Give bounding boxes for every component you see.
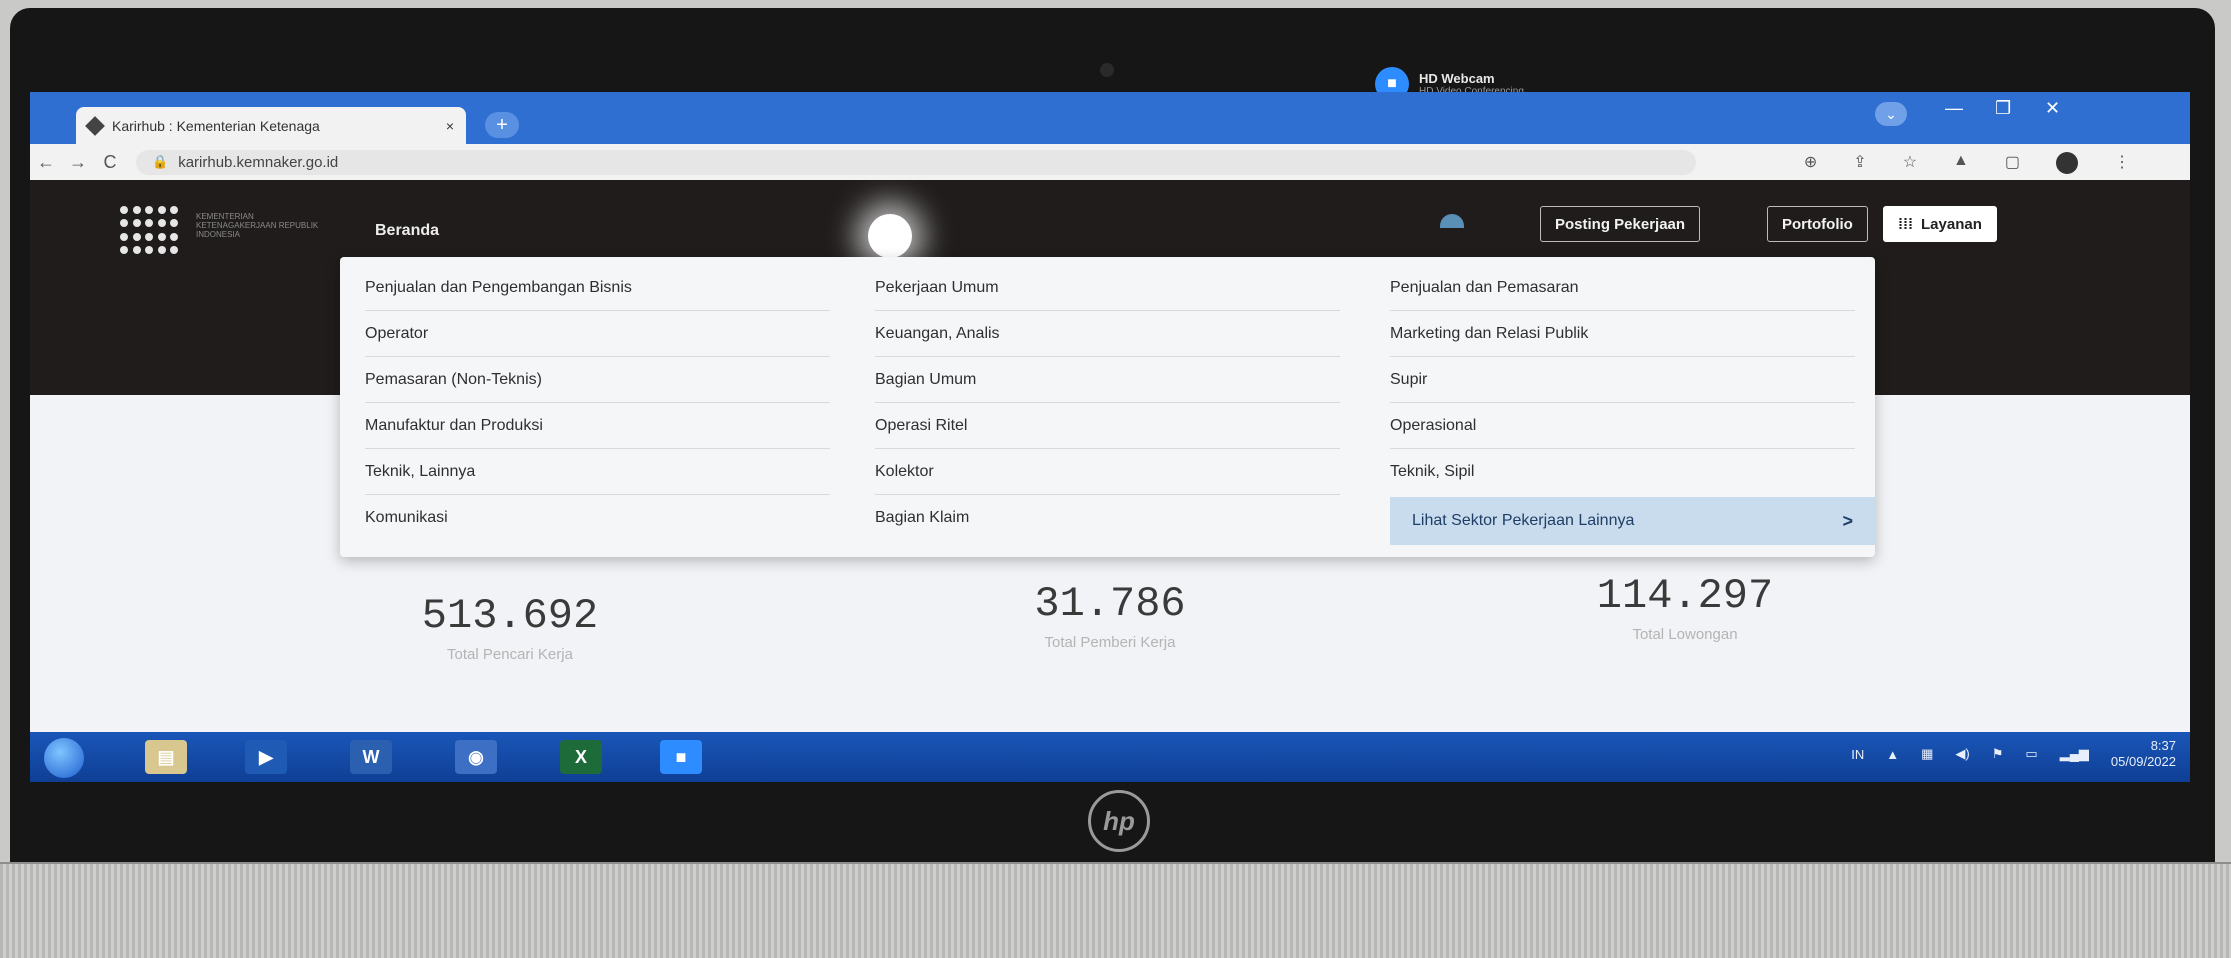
clock[interactable]: 8:37 05/09/2022 [2111,738,2176,770]
url-bar[interactable]: 🔒 karirhub.kemnaker.go.id [136,149,1696,175]
flag-icon[interactable]: ⚑ [1992,746,2004,762]
sector-column-2: Pekerjaan Umum Keuangan, Analis Bagian U… [875,265,1340,541]
sector-item[interactable]: Pekerjaan Umum [875,265,1340,311]
zoom-icon[interactable]: ■ [660,740,702,774]
posting-job-button[interactable]: Posting Pekerjaan [1540,206,1701,242]
tab-close-icon[interactable]: × [446,118,454,134]
word-icon[interactable]: W [350,740,392,774]
chevron-right-icon: > [1842,510,1853,531]
more-sectors-label: Lihat Sektor Pekerjaan Lainnya [1412,512,1635,529]
sector-item[interactable]: Bagian Klaim [875,495,1340,541]
webcam-title: HD Webcam [1419,71,1495,86]
battery-icon[interactable]: ▭ [2025,746,2037,762]
stat-value: 513.692 [421,592,599,640]
url-text: karirhub.kemnaker.go.id [178,153,339,171]
extensions-icon[interactable]: ▲ [1953,152,1969,174]
signal-icon[interactable]: ▂▄▆ [2060,746,2089,762]
more-sectors-button[interactable]: Lihat Sektor Pekerjaan Lainnya > [1390,497,1875,545]
user-icon[interactable] [1440,214,1464,228]
clock-date: 05/09/2022 [2110,754,2176,769]
excel-icon[interactable]: X [560,740,602,774]
screen: Karirhub : Kementerian Ketenaga × + ⌄ — … [30,92,2190,782]
sector-item[interactable]: Marketing dan Relasi Publik [1390,311,1855,357]
job-sector-dropdown: Penjualan dan Pengembangan Bisnis Operat… [340,257,1875,557]
windows-taskbar: ▤ ▶ W ◉ X ■ IN ▲ ▦ ◀) ⚑ ▭ ▂▄▆ 8:37 05/09… [30,732,2190,782]
stat-value: 114.297 [1596,572,1774,620]
chrome-icon[interactable]: ◉ [455,740,497,774]
sidepanel-icon[interactable]: ▢ [2005,152,2020,174]
stat-vacancies: 114.297 Total Lowongan [1555,572,1815,643]
nav-home-link[interactable]: Beranda [375,222,439,240]
grid-icon: ⁞⁞⁞ [1898,215,1913,233]
sector-item[interactable]: Teknik, Sipil [1390,449,1855,495]
clock-time: 8:37 [2150,738,2176,753]
media-player-icon[interactable]: ▶ [245,740,287,774]
system-tray: IN ▲ ▦ ◀) ⚑ ▭ ▂▄▆ 8:37 05/09/2022 [1851,738,2176,770]
bookmark-star-icon[interactable]: ☆ [1903,152,1917,174]
sector-item[interactable]: Operasional [1390,403,1855,449]
install-app-icon[interactable]: ⊕ [1804,152,1817,174]
sector-item[interactable]: Penjualan dan Pemasaran [1390,265,1855,311]
stat-value: 31.786 [1034,580,1186,628]
sector-item[interactable]: Keuangan, Analis [875,311,1340,357]
sector-item[interactable]: Operator [365,311,830,357]
webcam-lens [1100,63,1114,77]
profile-avatar[interactable] [2056,152,2078,174]
new-tab-button[interactable]: + [485,112,519,138]
sector-item[interactable]: Pemasaran (Non-Teknis) [365,357,830,403]
sector-column-1: Penjualan dan Pengembangan Bisnis Operat… [365,265,830,541]
forward-button[interactable]: → [62,152,94,173]
stat-label: Total Pencari Kerja [447,646,573,663]
address-bar-row: ← → C 🔒 karirhub.kemnaker.go.id ⊕ ⇪ ☆ ▲ … [30,144,2190,180]
browser-toolbar: ⊕ ⇪ ☆ ▲ ▢ ⋮ [1804,152,2130,174]
sector-item[interactable]: Penjualan dan Pengembangan Bisnis [365,265,830,311]
sector-item[interactable]: Bagian Umum [875,357,1340,403]
file-explorer-icon[interactable]: ▤ [145,740,187,774]
services-label: Layanan [1921,215,1982,233]
volume-icon[interactable]: ◀) [1955,746,1969,762]
tab-search-chevron-icon[interactable]: ⌄ [1875,102,1907,126]
network-icon[interactable]: ▦ [1921,746,1933,762]
back-button[interactable]: ← [30,152,62,173]
sector-item[interactable]: Supir [1390,357,1855,403]
stat-label: Total Pemberi Kerja [1044,634,1176,651]
kemnaker-logo-icon[interactable] [120,206,180,256]
sector-item[interactable]: Teknik, Lainnya [365,449,830,495]
browser-tab[interactable]: Karirhub : Kementerian Ketenaga × [76,107,466,144]
share-icon[interactable]: ⇪ [1853,152,1866,174]
tab-title: Karirhub : Kementerian Ketenaga [112,117,320,134]
site-favicon-icon [85,115,105,136]
logo-text: KEMENTERIAN KETENAGAKERJAAN REPUBLIK IND… [196,212,319,239]
sector-column-3: Penjualan dan Pemasaran Marketing dan Re… [1390,265,1855,495]
stat-label: Total Lowongan [1632,626,1738,643]
start-button[interactable] [44,738,84,778]
lock-icon: 🔒 [152,154,169,169]
sector-item[interactable]: Operasi Ritel [875,403,1340,449]
sector-item[interactable]: Kolektor [875,449,1340,495]
kebab-menu-icon[interactable]: ⋮ [2114,152,2130,174]
screen-glare [868,214,912,258]
language-indicator[interactable]: IN [1851,747,1864,762]
tray-chevron-up-icon[interactable]: ▲ [1886,747,1899,762]
services-button[interactable]: ⁞⁞⁞ Layanan [1883,206,1997,242]
stat-employers: 31.786 Total Pemberi Kerja [980,580,1240,651]
hp-logo: hp [1088,790,1150,852]
sector-item[interactable]: Komunikasi [365,495,830,541]
browser-tab-strip: Karirhub : Kementerian Ketenaga × + ⌄ — … [30,92,2190,144]
stat-job-seekers: 513.692 Total Pencari Kerja [380,592,640,663]
portfolio-button[interactable]: Portofolio [1767,206,1868,242]
close-window-icon[interactable]: ✕ [2045,98,2060,119]
reload-button[interactable]: C [94,152,126,173]
maximize-icon[interactable]: ❐ [1995,98,2011,119]
sector-item[interactable]: Manufaktur dan Produksi [365,403,830,449]
minimize-icon[interactable]: — [1945,98,1963,119]
laptop-keyboard-deck [0,862,2231,958]
